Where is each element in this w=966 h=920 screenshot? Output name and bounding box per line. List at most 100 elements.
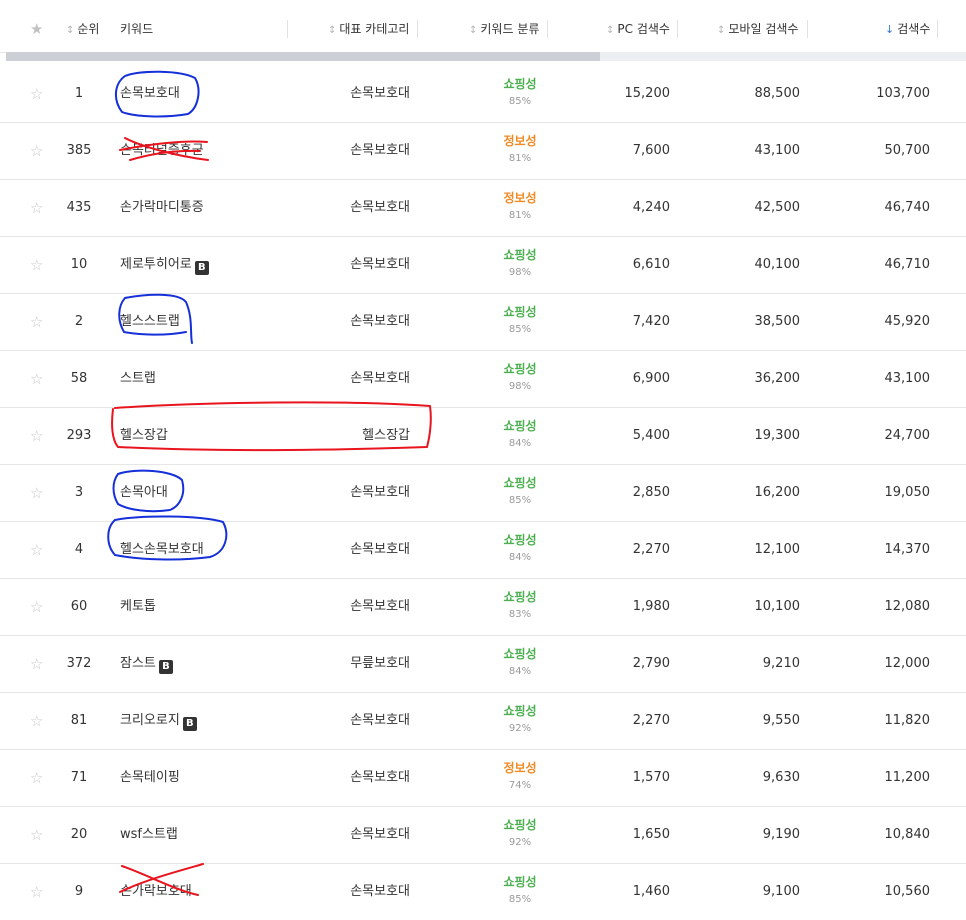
- keyword-cell[interactable]: 크리오로지 B: [120, 693, 197, 749]
- pc-count-cell: 2,790: [632, 656, 670, 671]
- classification-cell: 쇼핑성 83%: [480, 590, 560, 624]
- classification-percent: 84%: [508, 438, 532, 449]
- scrollbar-thumb[interactable]: [6, 52, 600, 61]
- rank-cell: 3: [74, 485, 84, 500]
- favorite-star-icon[interactable]: ☆: [30, 66, 43, 122]
- keyword-cell[interactable]: 손목터널증후군: [120, 123, 204, 179]
- rank-cell: 60: [70, 599, 88, 614]
- table-row[interactable]: ☆ 3 손목아대 손목보호대 쇼핑성 85% 2,850 16,200 19,050: [0, 465, 966, 522]
- classification-percent: 85%: [508, 894, 532, 905]
- favorite-star-icon[interactable]: ☆: [30, 864, 43, 920]
- keyword-text: 제로투히어로: [120, 257, 192, 272]
- favorite-star-icon[interactable]: ☆: [30, 807, 43, 863]
- classification-label: 쇼핑성: [503, 77, 537, 91]
- table-row[interactable]: ☆ 81 크리오로지 B 손목보호대 쇼핑성 92% 2,270 9,550 11,820: [0, 693, 966, 750]
- favorite-star-icon[interactable]: ☆: [30, 750, 43, 806]
- rank-cell: 4: [74, 542, 84, 557]
- classification-cell: 쇼핑성 84%: [480, 647, 560, 681]
- favorite-star-icon[interactable]: ☆: [30, 693, 43, 749]
- keyword-cell[interactable]: 헬스장갑: [120, 408, 168, 464]
- table-row[interactable]: ☆ 60 케토톱 손목보호대 쇼핑성 83% 1,980 10,100 12,080: [0, 579, 966, 636]
- keyword-cell[interactable]: 손가락마디통증: [120, 180, 204, 236]
- table-row[interactable]: ☆ 4 헬스손목보호대 손목보호대 쇼핑성 84% 2,270 12,100 14,370: [0, 522, 966, 579]
- classification-label: 쇼핑성: [503, 875, 537, 889]
- pc-count-cell: 1,980: [632, 599, 670, 614]
- category-cell: 손목보호대: [350, 257, 410, 272]
- table-row[interactable]: ☆ 20 wsf스트랩 손목보호대 쇼핑성 92% 1,650 9,190 10,840: [0, 807, 966, 864]
- favorite-star-icon[interactable]: ☆: [30, 237, 43, 293]
- rank-cell: 1: [74, 86, 84, 101]
- brand-badge: B: [158, 660, 173, 674]
- favorite-star-icon[interactable]: ☆: [30, 180, 43, 236]
- keyword-text: 헬스스트랩: [120, 314, 180, 329]
- header-category: 대표 카테고리: [339, 22, 410, 36]
- favorite-star-icon[interactable]: ☆: [30, 522, 43, 578]
- column-divider: [547, 20, 548, 38]
- table-row[interactable]: ☆ 293 헬스장갑 헬스장갑 쇼핑성 84% 5,400 19,300 24,700: [0, 408, 966, 465]
- favorite-star-icon[interactable]: ☆: [30, 294, 43, 350]
- pc-count-cell: 2,270: [632, 713, 670, 728]
- keyword-cell[interactable]: 손목테이핑: [120, 750, 180, 806]
- pc-count-cell: 5,400: [632, 428, 670, 443]
- table-row[interactable]: ☆ 58 스트랩 손목보호대 쇼핑성 98% 6,900 36,200 43,100: [0, 351, 966, 408]
- keyword-text: 케토톱: [120, 599, 156, 614]
- total-count-cell: 19,050: [884, 485, 931, 500]
- sort-pc-button[interactable]: ↕ PC 검색수: [606, 0, 670, 58]
- favorite-star-icon[interactable]: ☆: [30, 636, 43, 692]
- sort-mobile-button[interactable]: ↕ 모바일 검색수: [717, 0, 798, 58]
- keyword-cell[interactable]: 손목보호대: [120, 66, 180, 122]
- table-row[interactable]: ☆ 372 잠스트 B 무릎보호대 쇼핑성 84% 2,790 9,210 12,000: [0, 636, 966, 693]
- brand-badge: B: [194, 261, 209, 275]
- classification-label: 쇼핑성: [503, 305, 537, 319]
- classification-cell: 쇼핑성 85%: [480, 875, 560, 909]
- table-row[interactable]: ☆ 71 손목테이핑 손목보호대 정보성 74% 1,570 9,630 11,200: [0, 750, 966, 807]
- favorite-star-icon[interactable]: ☆: [30, 351, 43, 407]
- header-pc: PC 검색수: [617, 22, 670, 36]
- sort-category-button[interactable]: ↕ 대표 카테고리: [328, 0, 409, 58]
- favorite-star-icon[interactable]: ☆: [30, 408, 43, 464]
- table-row[interactable]: ☆ 2 헬스스트랩 손목보호대 쇼핑성 85% 7,420 38,500 45,920: [0, 294, 966, 351]
- mobile-count-cell: 9,630: [762, 770, 800, 785]
- keyword-cell[interactable]: 케토톱: [120, 579, 156, 635]
- table-row[interactable]: ☆ 1 손목보호대 손목보호대 쇼핑성 85% 15,200 88,500 103,700: [0, 66, 966, 123]
- total-count-cell: 103,700: [876, 86, 930, 101]
- sort-total-button[interactable]: ↓ 검색수: [885, 0, 930, 58]
- classification-label: 정보성: [503, 191, 537, 205]
- classification-label: 쇼핑성: [503, 419, 537, 433]
- keyword-text: 손목테이핑: [120, 770, 180, 785]
- keyword-text: 손가락마디통증: [120, 200, 204, 215]
- favorite-star-icon[interactable]: ☆: [30, 579, 43, 635]
- sort-icon: ↕: [606, 25, 615, 36]
- classification-cell: 쇼핑성 84%: [480, 419, 560, 453]
- rank-cell: 293: [66, 428, 92, 443]
- keyword-cell[interactable]: 손목아대: [120, 465, 168, 521]
- classification-label: 쇼핑성: [503, 533, 537, 547]
- keyword-cell[interactable]: 손가락보호대: [120, 864, 192, 920]
- keyword-cell[interactable]: wsf스트랩: [120, 807, 178, 863]
- keyword-cell[interactable]: 헬스스트랩: [120, 294, 180, 350]
- classification-percent: 92%: [508, 723, 532, 734]
- horizontal-scrollbar[interactable]: [6, 52, 966, 61]
- table-row[interactable]: ☆ 385 손목터널증후군 손목보호대 정보성 81% 7,600 43,100 50,700: [0, 123, 966, 180]
- favorite-star-icon[interactable]: ☆: [30, 465, 43, 521]
- keyword-text: 헬스손목보호대: [120, 542, 204, 557]
- keyword-cell[interactable]: 잠스트 B: [120, 636, 173, 692]
- favorite-star-icon[interactable]: ☆: [30, 123, 43, 179]
- keyword-cell[interactable]: 스트랩: [120, 351, 156, 407]
- keyword-text: 손목아대: [120, 485, 168, 500]
- pc-count-cell: 7,600: [632, 143, 670, 158]
- sort-classification-button[interactable]: ↕ 키워드 분류: [469, 0, 539, 58]
- table-row[interactable]: ☆ 435 손가락마디통증 손목보호대 정보성 81% 4,240 42,500 46,740: [0, 180, 966, 237]
- header-rank: 순위: [77, 22, 100, 36]
- table-row[interactable]: ☆ 10 제로투히어로 B 손목보호대 쇼핑성 98% 6,610 40,100 46,710: [0, 237, 966, 294]
- sort-rank-button[interactable]: ↕ 순위: [66, 0, 99, 58]
- keyword-cell[interactable]: 헬스손목보호대: [120, 522, 204, 578]
- total-count-cell: 12,000: [884, 656, 931, 671]
- keyword-cell[interactable]: 제로투히어로 B: [120, 237, 209, 293]
- classification-cell: 쇼핑성 85%: [480, 305, 560, 339]
- table-row[interactable]: ☆ 9 손가락보호대 손목보호대 쇼핑성 85% 1,460 9,100 10,560: [0, 864, 966, 920]
- pc-count-cell: 4,240: [632, 200, 670, 215]
- mobile-count-cell: 16,200: [754, 485, 801, 500]
- star-icon[interactable]: ★: [30, 0, 43, 58]
- rank-cell: 435: [66, 200, 92, 215]
